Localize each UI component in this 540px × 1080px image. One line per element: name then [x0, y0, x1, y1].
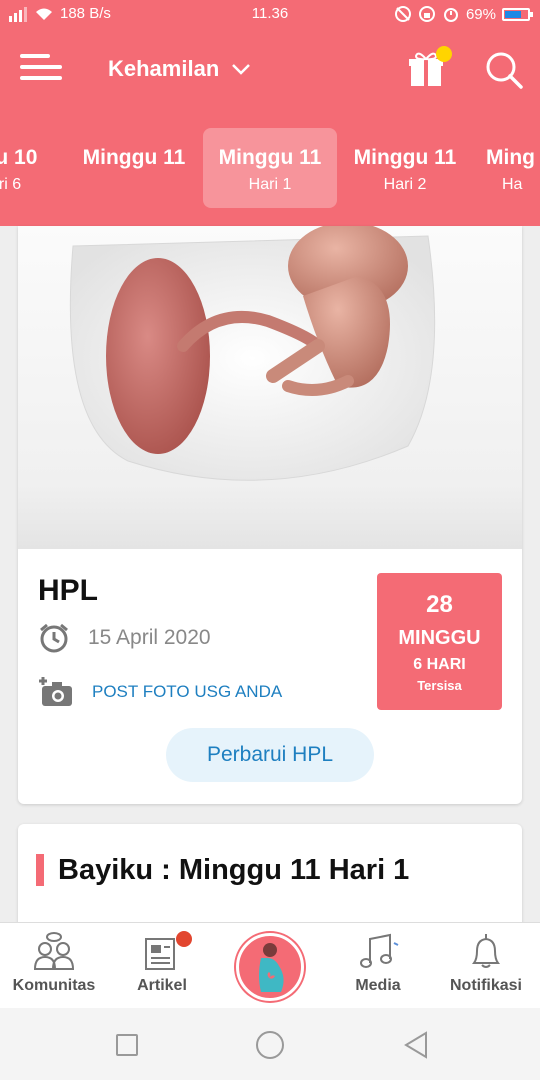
remaining-box: 28 MINGGU 6 HARI Tersisa [377, 573, 502, 710]
status-right: 69% [394, 5, 533, 23]
home-button[interactable] [256, 1031, 284, 1059]
pregnant-woman-icon [259, 943, 284, 992]
music-note-icon [360, 933, 399, 968]
week-label: Ming [486, 146, 535, 169]
hpl-title: HPL [38, 574, 98, 607]
article-badge [176, 931, 192, 947]
back-button[interactable] [402, 1030, 430, 1060]
battery-percent: 69% [465, 5, 496, 23]
nav-label: Artikel [137, 977, 187, 994]
week-label: Minggu 11 [82, 146, 186, 169]
remaining-unit: MINGGU [398, 627, 481, 649]
fetus-illustration [18, 226, 522, 549]
week-tab[interactable]: gu 10 ri 6 [0, 128, 60, 208]
hpl-card: HPL 15 April 2020 POST FOTO USG ANDA 28 … [18, 226, 522, 804]
lock-rotation-icon [418, 6, 435, 22]
nav-label: Media [355, 977, 401, 994]
mode-selector[interactable]: Kehamilan [108, 56, 251, 82]
app-header: Kehamilan gu 10 ri 6 Minggu 11 Min [0, 30, 540, 226]
add-photo-icon [39, 677, 72, 706]
day-label: Hari 1 [248, 176, 292, 193]
remaining-number: 28 [426, 591, 453, 618]
post-photo-row[interactable]: POST FOTO USG ANDA [38, 676, 282, 708]
update-hpl-button[interactable]: Perbarui HPL [166, 728, 374, 782]
nav-media[interactable]: Media [324, 931, 432, 995]
week-tab[interactable]: Minggu 11 [68, 128, 200, 208]
remaining-label: Tersisa [417, 678, 462, 693]
search-icon [486, 52, 523, 89]
week-tab[interactable]: Minggu 11 Hari 2 [338, 128, 472, 208]
nav-komunitas[interactable]: Komunitas [0, 931, 108, 995]
nav-label: Komunitas [12, 977, 96, 994]
week-label: Minggu 11 [353, 146, 457, 169]
pregnancy-center-button[interactable] [236, 933, 304, 1001]
remaining-days: 6 HARI [413, 656, 466, 673]
mute-icon [394, 6, 411, 22]
post-photo-link[interactable]: POST FOTO USG ANDA [92, 682, 282, 702]
chevron-down-icon [232, 64, 251, 75]
bell-icon [472, 934, 500, 968]
alarm-clock-icon [40, 623, 68, 653]
nav-artikel[interactable]: Artikel [108, 931, 216, 995]
battery-icon [502, 7, 533, 21]
day-label: ri 6 [0, 176, 22, 193]
gift-badge [436, 46, 452, 62]
gift-button[interactable] [408, 46, 452, 88]
alarm-icon [443, 8, 458, 22]
nav-label: Notifikasi [449, 977, 522, 994]
week-label: Minggu 11 [218, 146, 322, 169]
week-label: gu 10 [0, 146, 38, 169]
system-nav-bar [0, 1008, 540, 1080]
nav-notifikasi[interactable]: Notifikasi [432, 931, 540, 995]
recent-apps-button[interactable] [116, 1034, 138, 1056]
week-tab-active[interactable]: Minggu 11 Hari 1 [203, 128, 337, 208]
week-tab[interactable]: Ming Ha [478, 128, 540, 208]
day-label: Ha [502, 176, 523, 193]
day-label: Hari 2 [383, 176, 427, 193]
hpl-date: 15 April 2020 [88, 626, 211, 649]
baby-card: Bayiku : Minggu 11 Hari 1 [18, 824, 522, 934]
accent-bar [36, 854, 44, 886]
community-icon [33, 932, 75, 970]
status-bar: 188 B/s 11.36 69% [0, 0, 540, 30]
week-selector: gu 10 ri 6 Minggu 11 Minggu 11 Hari 1 Mi… [0, 128, 540, 212]
search-button[interactable] [484, 50, 524, 90]
hpl-date-row: 15 April 2020 [38, 622, 211, 654]
bottom-nav: Komunitas Artikel Media Notifikasi [0, 922, 540, 1008]
header-title: Kehamilan [108, 56, 220, 81]
menu-button[interactable] [20, 54, 62, 84]
baby-card-title: Bayiku : Minggu 11 Hari 1 [58, 854, 410, 886]
